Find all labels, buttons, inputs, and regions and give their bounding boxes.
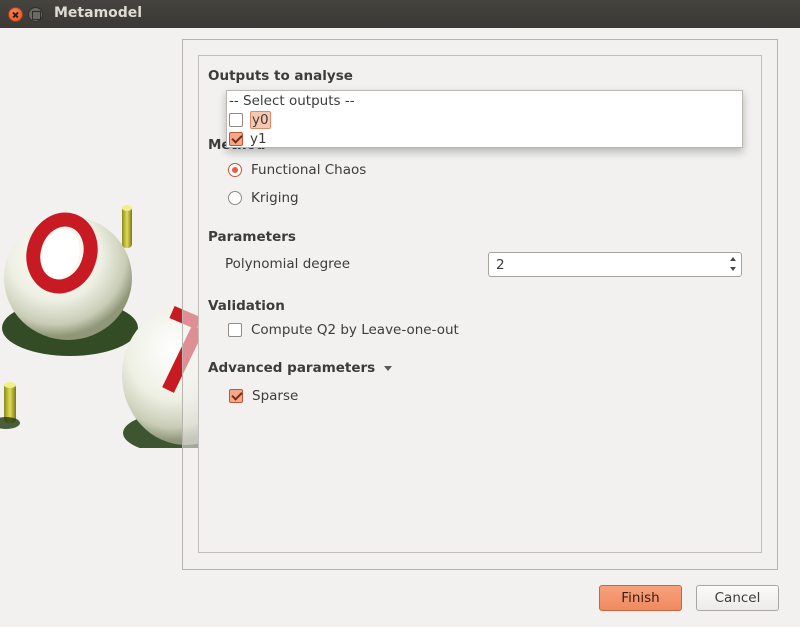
compute-q2-checkbox[interactable] <box>228 323 242 337</box>
title-bar: Metamodel <box>0 0 800 28</box>
finish-button[interactable]: Finish <box>599 585 682 611</box>
polynomial-degree-spinbox[interactable]: 2 <box>488 252 742 277</box>
parameters-section-title: Parameters <box>208 229 296 245</box>
maximize-window-button[interactable] <box>28 7 43 22</box>
radio-functional-chaos-label: Functional Chaos <box>251 162 367 178</box>
sparse-label: Sparse <box>252 388 299 404</box>
spinbox-arrows[interactable] <box>727 254 739 275</box>
radio-unselected-indicator[interactable] <box>228 191 242 205</box>
radio-kriging-label: Kriging <box>251 190 299 206</box>
polynomial-degree-value[interactable]: 2 <box>496 257 505 273</box>
radio-selected-indicator[interactable] <box>228 163 242 177</box>
radio-kriging[interactable]: Kriging <box>228 190 299 206</box>
radio-functional-chaos[interactable]: Functional Chaos <box>228 162 366 178</box>
compute-q2-label: Compute Q2 by Leave-one-out <box>251 322 459 338</box>
sparse-checkbox-row[interactable]: Sparse <box>229 388 298 404</box>
output-y0-label: y0 <box>250 111 271 129</box>
chevron-down-icon[interactable] <box>384 365 393 371</box>
compute-q2-checkbox-row[interactable]: Compute Q2 by Leave-one-out <box>228 322 459 338</box>
output-y1-label: y1 <box>250 131 267 147</box>
spin-up-arrow-icon[interactable] <box>730 257 736 261</box>
close-window-button[interactable] <box>8 7 23 22</box>
polynomial-degree-label: Polynomial degree <box>225 256 350 272</box>
outputs-section-title: Outputs to analyse <box>208 68 353 84</box>
select-outputs-placeholder[interactable]: -- Select outputs -- <box>229 93 355 109</box>
cancel-button[interactable]: Cancel <box>696 585 779 611</box>
outputs-dropdown-popup[interactable]: -- Select outputs -- y0 y1 <box>226 90 743 148</box>
output-option-y0[interactable]: y0 <box>229 111 271 129</box>
window-title: Metamodel <box>54 5 143 21</box>
output-y0-checkbox[interactable] <box>229 113 243 127</box>
advanced-parameters-title: Advanced parameters <box>208 360 376 376</box>
polynomial-degree-label-text: Polynomial degree <box>225 256 351 272</box>
advanced-parameters-toggle[interactable]: Advanced parameters <box>208 360 393 376</box>
output-option-y1[interactable]: y1 <box>229 131 267 147</box>
output-y1-checkbox[interactable] <box>229 132 243 146</box>
spin-down-arrow-icon[interactable] <box>730 267 736 271</box>
validation-section-title: Validation <box>208 298 285 314</box>
sparse-checkbox[interactable] <box>229 389 243 403</box>
